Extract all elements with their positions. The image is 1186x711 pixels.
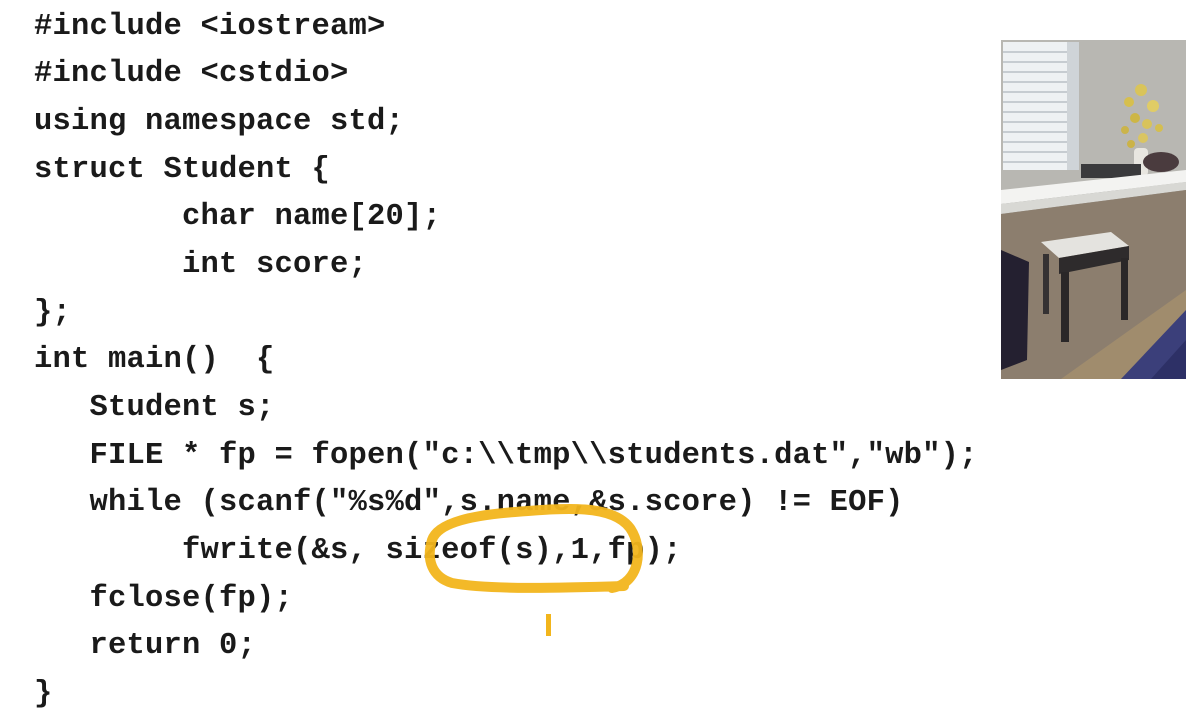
code-line-12: fwrite(&s, sizeof(s),1,fp); <box>34 534 682 568</box>
code-line-11: while (scanf("%s%d",s.name,&s.score) != … <box>34 486 904 520</box>
code-line-9: Student s; <box>34 391 275 425</box>
code-line-15: } <box>34 677 53 711</box>
code-line-5: char name[20]; <box>34 200 442 234</box>
pen-cursor-mark <box>546 614 551 636</box>
code-line-6: int score; <box>34 248 368 282</box>
code-line-3: using namespace std; <box>34 105 405 139</box>
code-line-1: #include <iostream> <box>34 10 386 44</box>
code-line-4: struct Student { <box>34 153 331 187</box>
webcam-thumbnail <box>1001 40 1186 379</box>
code-line-10: FILE * fp = fopen("c:\\tmp\\students.dat… <box>34 439 978 473</box>
code-line-7: }; <box>34 296 72 330</box>
code-line-13: fclose(fp); <box>34 582 294 616</box>
code-line-8: int main() { <box>34 343 275 377</box>
code-line-14: return 0; <box>34 629 257 663</box>
webcam-scene <box>1001 40 1186 379</box>
lecture-slide: #include <iostream> #include <cstdio> us… <box>0 0 1186 711</box>
code-line-2: #include <cstdio> <box>34 57 349 91</box>
